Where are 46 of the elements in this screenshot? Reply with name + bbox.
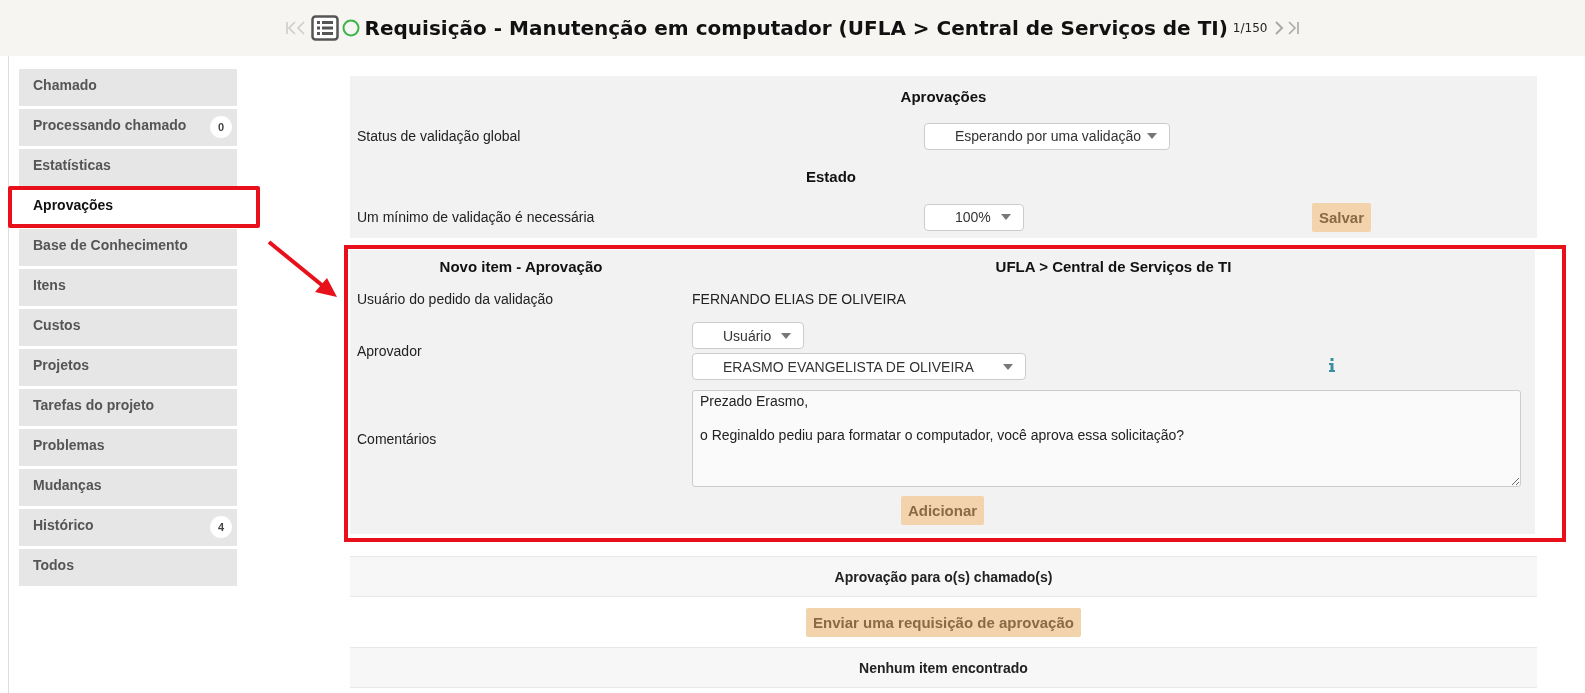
approver-user-dropdown[interactable]: ERASMO EVANGELISTA DE OLIVEIRA	[692, 353, 1026, 380]
save-button[interactable]: Salvar	[1312, 202, 1372, 232]
sidebar-item[interactable]: Chamado	[19, 69, 237, 106]
sidebar-item[interactable]: Projetos	[19, 349, 237, 386]
count-badge: 4	[210, 516, 232, 538]
sidebar-item[interactable]: Estatísticas	[19, 149, 237, 186]
sidebar-item[interactable]: Itens	[19, 269, 237, 306]
next-icon[interactable]	[1274, 20, 1285, 36]
caret-icon	[1147, 133, 1157, 139]
send-request-button[interactable]: Enviar uma requisição de aprovação	[806, 607, 1081, 637]
field-label: Usuário do pedido da validação	[356, 290, 555, 309]
status-dropdown[interactable]: Esperando por uma validação	[924, 122, 1170, 150]
percentage-dropdown[interactable]: 100%	[924, 203, 1024, 231]
caret-icon	[781, 332, 791, 339]
field-label: Status de validação global	[356, 127, 522, 146]
sidebar-item[interactable]: Base de Conhecimento	[19, 229, 237, 266]
section-title: Aprovações	[899, 86, 988, 107]
caret-icon	[1003, 363, 1013, 370]
section-title: Estado	[805, 166, 857, 187]
record-counter: 1/150	[1232, 21, 1268, 35]
sidebar-item[interactable]: Problemas	[19, 429, 237, 466]
comments-field[interactable]: Prezado Erasmo, o Reginaldo pediu para formatar o computador, você aprova essa solicitação?	[692, 390, 1521, 487]
field-label: Comentários	[356, 429, 438, 449]
approver-type-dropdown[interactable]: Usuário	[692, 322, 804, 349]
sidebar-item[interactable]: Processando chamado 0	[19, 109, 237, 146]
page-title: Requisição - Manutenção em computador (UFLA > Central de Serviços de TI)	[364, 16, 1228, 40]
entity-name: UFLA > Central de Serviços de TI	[994, 257, 1233, 277]
field-label: Aprovador	[356, 342, 423, 361]
empty-message: Nenhum item encontrado	[859, 659, 1028, 676]
list-icon[interactable]	[310, 15, 339, 41]
section-title: Aprovação para o(s) chamado(s)	[834, 568, 1053, 585]
requester-name: FERNANDO ELIAS DE OLIVEIRA	[692, 291, 906, 307]
sidebar-item[interactable]: Todos	[19, 549, 237, 586]
sidebar-item[interactable]: Histórico 4	[19, 509, 237, 546]
annotation-arrow	[267, 240, 337, 297]
caret-icon	[1001, 214, 1011, 220]
sidebar-item[interactable]: Tarefas do projeto	[19, 389, 237, 426]
count-badge: 0	[210, 116, 232, 138]
last-page-icon[interactable]	[1287, 20, 1302, 36]
field-label: Um mínimo de validação é necessária	[356, 208, 596, 227]
status-circle-icon	[341, 19, 360, 37]
info-icon[interactable]	[1329, 358, 1335, 372]
add-button[interactable]: Adicionar	[900, 495, 985, 525]
section-title: Novo item - Aprovação	[438, 257, 604, 277]
sidebar-item[interactable]: Custos	[19, 309, 237, 346]
sidebar-item[interactable]: Mudanças	[19, 469, 237, 506]
